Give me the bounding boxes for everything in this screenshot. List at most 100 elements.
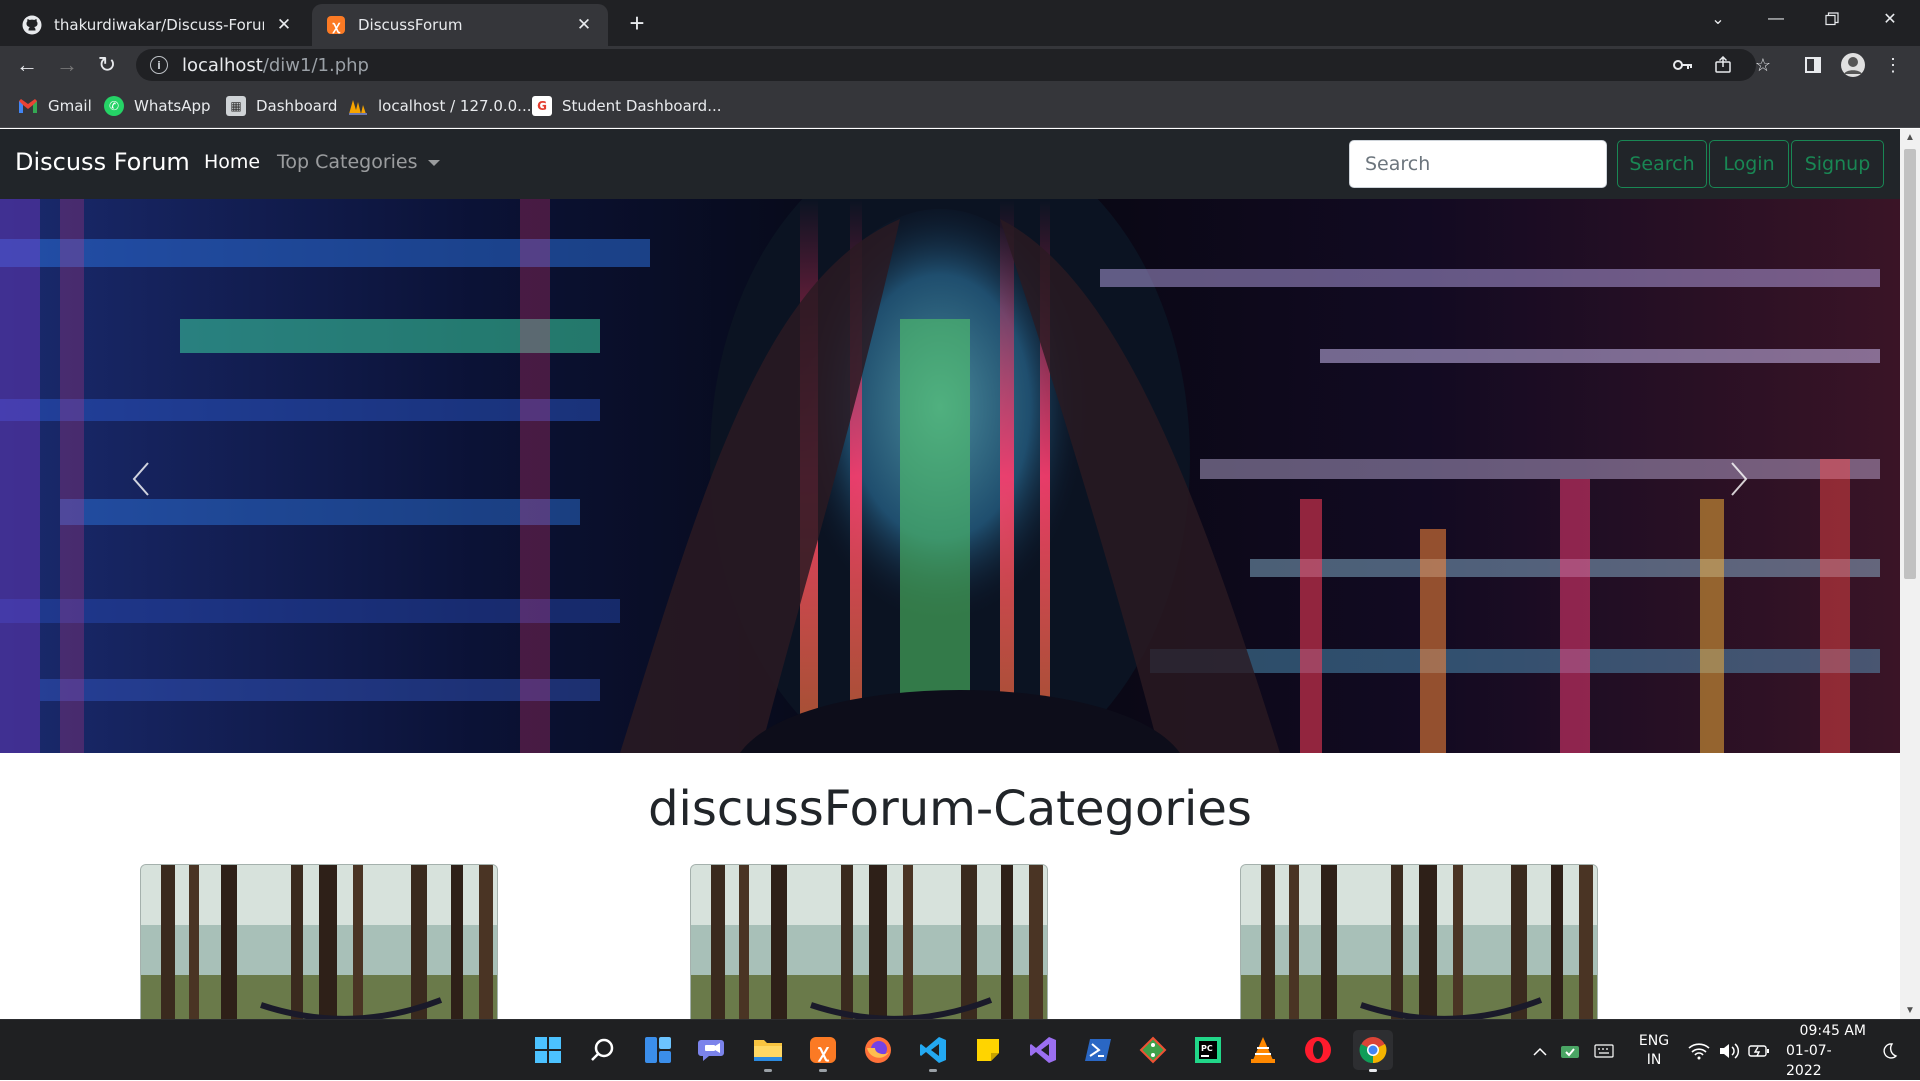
carousel-next-button[interactable]	[1720, 459, 1760, 499]
tab-title: DiscussForum	[358, 16, 463, 34]
bookmark-whatsapp[interactable]: ✆ WhatsApp	[104, 94, 211, 118]
close-window-button[interactable]: ✕	[1862, 0, 1918, 38]
tab-github[interactable]: thakurdiwakar/Discuss-Forum: Th ✕	[8, 4, 308, 46]
notification-moon-icon[interactable]	[1880, 1020, 1898, 1081]
widgets-icon[interactable]	[638, 1030, 678, 1070]
card-image	[141, 865, 497, 1019]
whatsapp-icon: ✆	[104, 96, 124, 116]
student-dashboard-icon: G	[532, 96, 552, 116]
bookmark-dashboard[interactable]: ▦ Dashboard	[226, 94, 337, 118]
bookmark-gmail[interactable]: Gmail	[18, 94, 92, 118]
bookmark-label: WhatsApp	[134, 97, 211, 115]
hero-carousel	[0, 199, 1900, 753]
minimize-button[interactable]: —	[1748, 0, 1804, 38]
signup-button[interactable]: Signup	[1791, 140, 1884, 188]
xampp-icon: ꭓ	[326, 15, 346, 35]
file-explorer-icon[interactable]	[748, 1030, 788, 1072]
bookmark-phpmyadmin[interactable]: localhost / 127.0.0....	[348, 94, 536, 118]
bookmark-student-dashboard[interactable]: G Student Dashboard...	[532, 94, 722, 118]
keyboard-icon[interactable]	[1594, 1020, 1614, 1081]
language-indicator[interactable]: ENG IN	[1632, 1020, 1676, 1081]
gmail-icon	[18, 96, 38, 116]
tab-discussforum[interactable]: ꭓ DiscussForum ✕	[312, 4, 608, 46]
phpmyadmin-icon	[348, 96, 368, 116]
search-icon[interactable]	[583, 1030, 623, 1070]
address-host: localhost	[182, 54, 263, 76]
language-code: ENG	[1638, 1032, 1670, 1049]
address-bar[interactable]: i localhost/diw1/1.php	[136, 49, 1756, 81]
browser-toolbar: ← → ↻ i localhost/diw1/1.php ☆ ⋮	[0, 46, 1920, 84]
bookmarks-bar: Gmail ✆ WhatsApp ▦ Dashboard localhost /…	[0, 84, 1920, 128]
windows-start-icon[interactable]	[528, 1030, 568, 1070]
pycharm-icon[interactable]: PC	[1188, 1030, 1228, 1070]
brand-link[interactable]: Discuss Forum	[15, 148, 190, 176]
browser-tab-strip: thakurdiwakar/Discuss-Forum: Th ✕ ꭓ Disc…	[0, 0, 1920, 46]
carousel-image	[0, 199, 1900, 753]
running-indicator	[819, 1069, 827, 1072]
close-tab-icon[interactable]: ✕	[274, 15, 294, 35]
restore-button[interactable]	[1804, 0, 1860, 38]
new-tab-button[interactable]: +	[622, 8, 652, 38]
github-icon	[22, 15, 42, 35]
close-tab-icon[interactable]: ✕	[574, 15, 594, 35]
vlc-icon[interactable]	[1243, 1030, 1283, 1070]
side-panel-icon[interactable]	[1798, 50, 1828, 80]
search-button[interactable]: Search	[1617, 140, 1707, 188]
address-path: /diw1/1.php	[262, 54, 369, 76]
security-shield-icon[interactable]	[1560, 1020, 1580, 1081]
clock-time: 09:45 AM	[1799, 1022, 1866, 1039]
site-info-icon[interactable]: i	[150, 56, 168, 74]
page-scrollbar[interactable]: ▲ ▼	[1900, 129, 1920, 1019]
git-icon[interactable]	[1133, 1030, 1173, 1070]
powershell-icon[interactable]	[1078, 1030, 1118, 1070]
scroll-down-icon[interactable]: ▼	[1900, 1002, 1920, 1019]
running-indicator	[929, 1069, 937, 1072]
scroll-thumb[interactable]	[1904, 149, 1916, 579]
windows-taskbar: ꭓ PC ENG IN 09:45 AM 01-07-2022	[0, 1019, 1920, 1080]
bookmark-label: Dashboard	[256, 97, 338, 115]
running-indicator	[764, 1069, 772, 1072]
volume-icon[interactable]	[1718, 1020, 1740, 1081]
xampp-icon[interactable]: ꭓ	[803, 1030, 843, 1072]
card-image	[691, 865, 1047, 1019]
battery-icon[interactable]	[1748, 1020, 1770, 1081]
back-button[interactable]: ←	[12, 50, 42, 80]
firefox-icon[interactable]	[858, 1030, 898, 1070]
share-icon[interactable]	[1708, 50, 1738, 80]
carousel-prev-button[interactable]	[120, 459, 160, 499]
login-button[interactable]: Login	[1709, 140, 1789, 188]
reload-button[interactable]: ↻	[92, 50, 122, 80]
svg-text:PC: PC	[1201, 1044, 1213, 1053]
tray-chevron-icon[interactable]	[1532, 1020, 1548, 1081]
site-navbar: Discuss Forum Home Top Categories Search…	[0, 129, 1900, 199]
chrome-menu-icon[interactable]: ⋮	[1878, 50, 1908, 80]
visual-studio-icon[interactable]	[1023, 1030, 1063, 1070]
category-card[interactable]	[690, 864, 1048, 1019]
running-indicator	[1369, 1069, 1377, 1072]
chrome-icon[interactable]	[1353, 1030, 1393, 1072]
sticky-notes-icon[interactable]	[968, 1030, 1008, 1070]
chevron-left-icon	[132, 462, 149, 496]
nav-home-link[interactable]: Home	[204, 151, 260, 173]
category-card[interactable]	[140, 864, 498, 1019]
category-card[interactable]	[1240, 864, 1598, 1019]
wifi-icon[interactable]	[1688, 1020, 1710, 1081]
forward-button[interactable]: →	[52, 50, 82, 80]
clock-date: 01-07-2022	[1786, 1042, 1832, 1079]
password-key-icon[interactable]	[1668, 50, 1698, 80]
search-input[interactable]	[1349, 140, 1607, 188]
scroll-up-icon[interactable]: ▲	[1900, 129, 1920, 146]
tab-search-icon[interactable]: ⌄	[1690, 0, 1746, 38]
clock[interactable]: 09:45 AM 01-07-2022	[1786, 1020, 1866, 1081]
nav-categories-label: Top Categories	[277, 151, 418, 173]
nav-categories-dropdown[interactable]: Top Categories	[277, 151, 440, 173]
page-viewport: Discuss Forum Home Top Categories Search…	[0, 129, 1900, 1019]
profile-avatar[interactable]	[1838, 50, 1868, 80]
bookmark-star-icon[interactable]: ☆	[1748, 50, 1778, 80]
tab-title: thakurdiwakar/Discuss-Forum: Th	[54, 16, 264, 34]
teams-chat-icon[interactable]	[693, 1030, 733, 1070]
dashboard-icon: ▦	[226, 96, 246, 116]
vscode-icon[interactable]	[913, 1030, 953, 1072]
chevron-right-icon	[1731, 462, 1748, 496]
opera-icon[interactable]	[1298, 1030, 1338, 1070]
